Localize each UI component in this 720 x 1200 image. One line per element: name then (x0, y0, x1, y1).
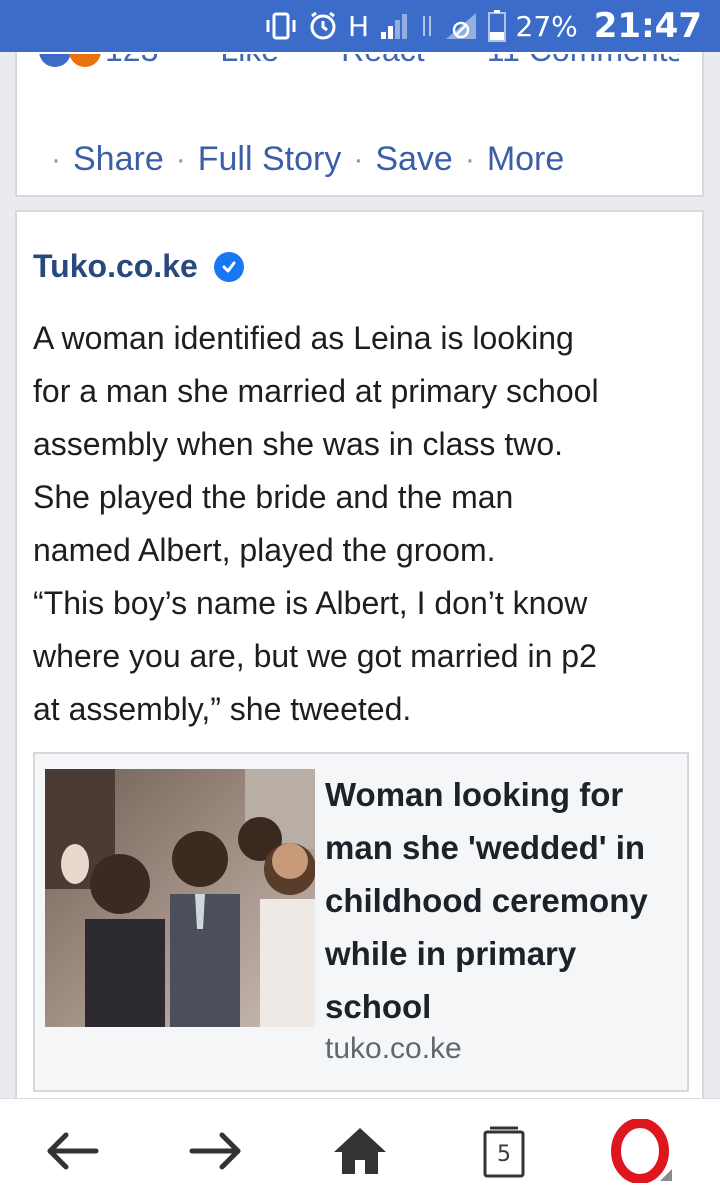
battery-icon (487, 9, 506, 43)
link-thumbnail-image (45, 769, 315, 1027)
post-card: Tuko.co.ke A woman identified as Leina i… (15, 210, 704, 1098)
home-icon[interactable] (324, 1119, 396, 1183)
vibrate-icon (264, 9, 298, 43)
share-link[interactable]: Share (73, 140, 164, 179)
separator-dot: · (51, 142, 61, 176)
angry-reaction-icon (69, 54, 101, 67)
reaction-count: 123 (105, 54, 158, 69)
status-bar: H 27% 21:47 (0, 0, 720, 52)
post-header: Tuko.co.ke (33, 248, 244, 285)
back-arrow-icon[interactable] (36, 1119, 108, 1183)
verified-badge-icon (213, 251, 244, 282)
reaction-bar-cutoff: 123 Like React 11 Comments (39, 54, 679, 84)
wifi-icon (420, 9, 434, 43)
save-link[interactable]: Save (375, 140, 453, 179)
link-title-line: while in primary (325, 935, 577, 972)
comments-link[interactable]: 11 Comments (487, 54, 679, 69)
signal-icon (380, 9, 410, 43)
post-body-text: A woman identified as Leina is looking f… (33, 312, 693, 736)
network-type-label: H (347, 9, 370, 43)
separator-dot: · (353, 142, 364, 176)
battery-percent: 27% (515, 9, 578, 43)
data-off-icon (444, 9, 478, 43)
post-text-line: for a man she married at primary school (33, 373, 599, 409)
post-text-line: named Albert, played the groom. (33, 532, 496, 568)
like-reaction-icon (39, 54, 71, 67)
link-title-line: Woman looking for (325, 776, 624, 813)
separator-dot: · (175, 142, 186, 176)
post-text-line: “This boy’s name is Albert, I don’t know (33, 585, 588, 621)
news-feed[interactable]: 123 Like React 11 Comments · Share · Ful… (0, 52, 720, 1098)
post-text-line: She played the bride and the man (33, 479, 514, 515)
react-button[interactable]: React (341, 54, 425, 69)
post-text-line: assembly when she was in class two. (33, 426, 563, 462)
clock-time: 21:47 (593, 6, 702, 46)
opera-icon[interactable] (606, 1119, 678, 1183)
more-link[interactable]: More (487, 140, 564, 179)
separator-dot: · (464, 142, 475, 176)
link-title-line: man she 'wedded' in (325, 829, 646, 866)
link-title-line: school (325, 988, 432, 1025)
link-preview-domain: tuko.co.ke (325, 1032, 462, 1065)
source-name-link[interactable]: Tuko.co.ke (33, 248, 198, 285)
link-preview-card[interactable]: Woman looking for man she 'wedded' in ch… (33, 752, 689, 1092)
browser-bottom-nav: 5 (0, 1098, 720, 1200)
post-text-line: at assembly,” she tweeted. (33, 691, 412, 727)
link-title-line: childhood ceremony (325, 882, 648, 919)
like-button[interactable]: Like (220, 54, 279, 69)
tabs-count: 5 (497, 1141, 511, 1167)
reaction-summary[interactable]: 123 (39, 54, 158, 69)
forward-arrow-icon[interactable] (180, 1119, 252, 1183)
tabs-icon[interactable]: 5 (468, 1119, 540, 1183)
post-action-links: · Share · Full Story · Save · More (39, 140, 564, 179)
post-text-line: A woman identified as Leina is looking (33, 320, 574, 356)
post-text-line: where you are, but we got married in p2 (33, 638, 597, 674)
full-story-link[interactable]: Full Story (198, 140, 342, 179)
link-preview-title[interactable]: Woman looking for man she 'wedded' in ch… (325, 768, 675, 1033)
previous-post-card: 123 Like React 11 Comments · Share · Ful… (15, 52, 704, 197)
alarm-icon (308, 9, 338, 43)
